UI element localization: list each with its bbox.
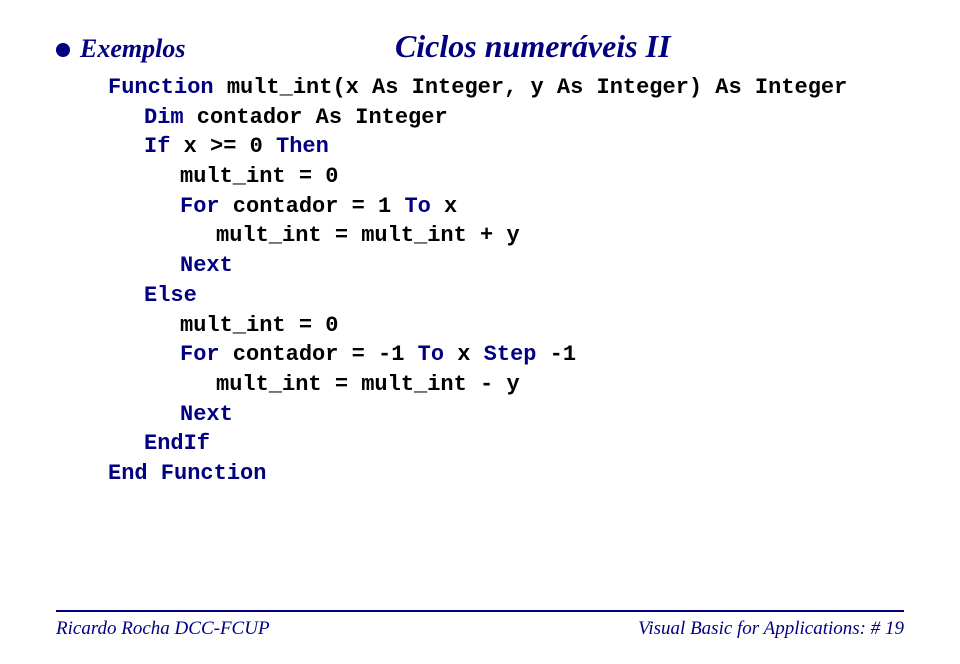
footer-right: Visual Basic for Applications: # 19 [638,618,904,640]
keyword: Step [484,342,537,367]
keyword: To [404,194,430,219]
code-line: Dim contador As Integer [108,103,904,133]
code-text: x >= 0 [170,134,276,159]
code-text: x [444,342,484,367]
keyword: To [418,342,444,367]
code-text: x [431,194,457,219]
code-text: contador = 1 [220,194,405,219]
code-line: mult_int = mult_int - y [108,370,904,400]
code-text: mult_int(x As Integer, y As Integer) As … [214,75,848,100]
code-line: Function mult_int(x As Integer, y As Int… [108,73,904,103]
code-line: If x >= 0 Then [108,132,904,162]
bullet-icon [56,43,70,57]
header-row: Exemplos Ciclos numeráveis II [56,28,904,65]
code-text: contador As Integer [184,105,448,130]
code-line: Else [108,281,904,311]
footer-left: Ricardo Rocha DCC-FCUP [56,618,270,640]
keyword: Function [108,75,214,100]
keyword: Then [276,134,329,159]
code-block: Function mult_int(x As Integer, y As Int… [108,73,904,489]
keyword: Dim [144,105,184,130]
keyword: EndIf [144,431,210,456]
code-text: mult_int = mult_int - y [216,372,520,397]
keyword: End Function [108,461,266,486]
slide-page: Exemplos Ciclos numeráveis II Function m… [0,0,960,664]
code-line: mult_int = mult_int + y [108,221,904,251]
code-line: For contador = 1 To x [108,192,904,222]
code-line: mult_int = 0 [108,162,904,192]
code-line: Next [108,400,904,430]
code-text: -1 [536,342,576,367]
slide-title: Ciclos numeráveis II [161,28,904,65]
code-line: For contador = -1 To x Step -1 [108,340,904,370]
keyword: Next [180,253,233,278]
code-line: End Function [108,459,904,489]
code-text: contador = -1 [220,342,418,367]
code-line: Next [108,251,904,281]
keyword: If [144,134,170,159]
code-line: mult_int = 0 [108,311,904,341]
code-text: mult_int = 0 [180,164,338,189]
footer: Ricardo Rocha DCC-FCUP Visual Basic for … [56,610,904,640]
code-line: EndIf [108,429,904,459]
code-text: mult_int = mult_int + y [216,223,520,248]
keyword: For [180,194,220,219]
keyword: Next [180,402,233,427]
keyword: Else [144,283,197,308]
code-text: mult_int = 0 [180,313,338,338]
keyword: For [180,342,220,367]
